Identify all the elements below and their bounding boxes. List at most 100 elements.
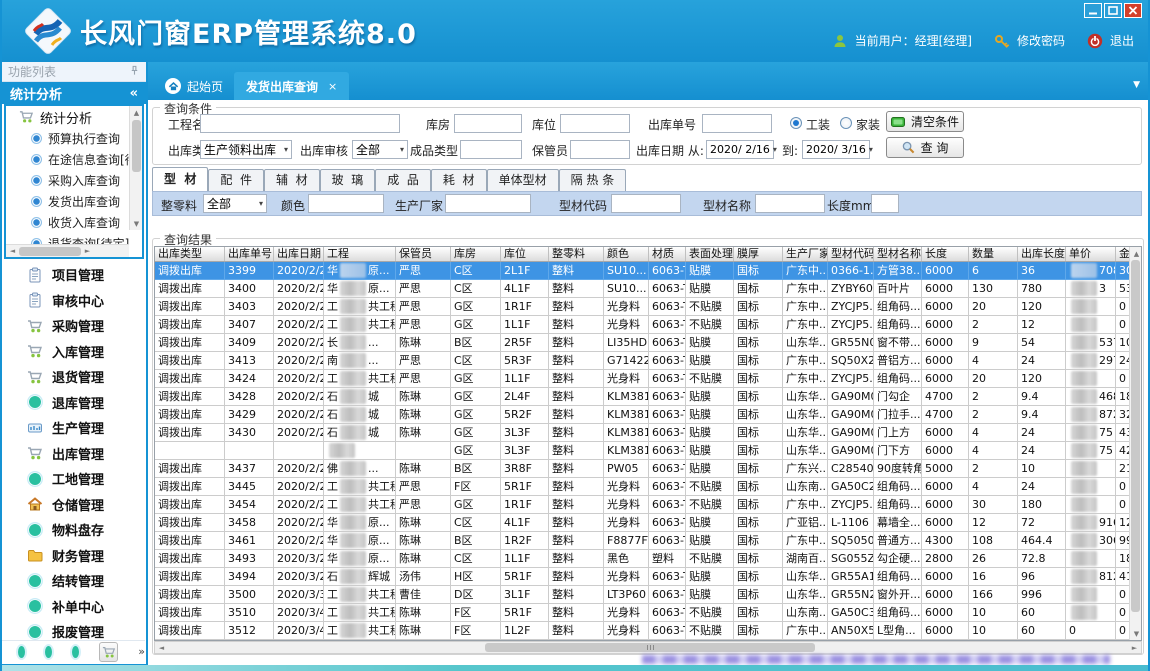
column-header[interactable]: 保管员: [396, 247, 451, 261]
table-row[interactable]: 调拨出库34292020/2/26石城陈琳G区5R2F整料KLM38176063…: [155, 406, 1141, 424]
radio-jiazhuang-label[interactable]: 家装: [856, 116, 880, 133]
radio-gongzhuang[interactable]: [790, 117, 802, 129]
tree-vertical-scrollbar[interactable]: ▲ ▼: [129, 106, 142, 230]
whole-piece-select[interactable]: 全部 ▾: [203, 194, 267, 213]
maximize-button[interactable]: [1104, 3, 1122, 18]
sidebar-item-采购管理[interactable]: 采购管理: [2, 313, 145, 339]
column-header[interactable]: 颜色: [604, 247, 649, 261]
column-header[interactable]: 材质: [649, 247, 686, 261]
tab-close-icon[interactable]: ×: [328, 80, 337, 93]
clear-conditions-button[interactable]: 清空条件: [886, 111, 964, 132]
table-row[interactable]: 调拨出库34542020/2/28工共工程严思G区1R1F整料光身料6063-T…: [155, 496, 1141, 514]
column-header[interactable]: 出库单号: [225, 247, 274, 261]
search-button[interactable]: 查 询: [886, 137, 964, 158]
sidebar-item-出库管理[interactable]: 出库管理: [2, 441, 145, 467]
sidebar-item-审核中心[interactable]: 审核中心: [2, 288, 145, 314]
column-header[interactable]: 型材名称: [874, 247, 922, 261]
scrollbar-thumb[interactable]: [132, 120, 141, 172]
scroll-left-icon[interactable]: ◄: [155, 641, 168, 654]
outbound-type-select[interactable]: 生产领料出库 ▾: [200, 140, 292, 159]
audit-select[interactable]: 全部 ▾: [352, 140, 408, 159]
close-button[interactable]: [1124, 3, 1142, 18]
profile-name-input[interactable]: [755, 194, 825, 213]
material-tab-3[interactable]: 辅 材: [264, 169, 320, 191]
column-header[interactable]: 生产厂家: [783, 247, 828, 261]
scroll-down-icon[interactable]: ▼: [1130, 627, 1142, 640]
table-row[interactable]: 调拨出库34282020/2/26石城陈琳G区2L4F整料KLM38176063…: [155, 388, 1141, 406]
sidebar-item-退货管理[interactable]: 退货管理: [2, 364, 145, 390]
column-header[interactable]: 库位: [501, 247, 549, 261]
scrollbar-thumb[interactable]: [19, 247, 81, 256]
column-header[interactable]: 长度: [922, 247, 969, 261]
scroll-up-icon[interactable]: ▲: [130, 106, 143, 119]
sidebar-item-工地管理[interactable]: 工地管理: [2, 466, 145, 492]
column-header[interactable]: 库房: [451, 247, 501, 261]
tab-shipment-query[interactable]: 发货出库查询 ×: [234, 72, 349, 100]
tab-overflow-icon[interactable]: ▼: [1133, 80, 1140, 90]
column-header[interactable]: 出库长度: [1018, 247, 1066, 261]
scrollbar-thumb[interactable]: [1131, 260, 1140, 612]
table-row[interactable]: 调拨出库34612020/2/28华原...陈琳B区1R2F整料F8877FT6…: [155, 532, 1141, 550]
table-row[interactable]: 调拨出库34072020/2/25工共工程严思G区1L1F整料光身料6063-T…: [155, 316, 1141, 334]
table-row[interactable]: 调拨出库34242020/2/26工共工程严思G区1L1F整料光身料6063-T…: [155, 370, 1141, 388]
profile-code-input[interactable]: [611, 194, 681, 213]
column-header[interactable]: 出库日期: [274, 247, 324, 261]
pin-icon[interactable]: [129, 65, 140, 79]
scroll-down-icon[interactable]: ▼: [130, 217, 143, 230]
column-header[interactable]: 单价: [1066, 247, 1116, 261]
sidebar-tree-item[interactable]: 发货出库查询: [6, 191, 142, 212]
sidebar-tree-item[interactable]: 采购入库查询: [6, 170, 142, 191]
material-tab-7[interactable]: 单体型材: [487, 169, 559, 191]
collapse-icon[interactable]: «: [130, 86, 138, 101]
logout-link[interactable]: 退出: [1110, 32, 1134, 49]
date-from-picker[interactable]: 2020/ 2/16 ▾: [706, 140, 774, 159]
column-header[interactable]: 型材代码: [828, 247, 874, 261]
table-row[interactable]: 调拨出库34002020/2/25华原...严思C区4L1F整料SU10...6…: [155, 280, 1141, 298]
column-header[interactable]: 表面处理: [686, 247, 734, 261]
column-header[interactable]: 出库类型: [155, 247, 225, 261]
sidebar-tree-item[interactable]: 在途信息查询[待: [6, 149, 142, 170]
change-password-link[interactable]: 修改密码: [1017, 32, 1065, 49]
material-tab-5[interactable]: 成 品: [375, 169, 431, 191]
product-type-input[interactable]: [460, 140, 522, 159]
tree-root-statistics[interactable]: 统计分析: [6, 106, 142, 128]
color-input[interactable]: [308, 194, 384, 213]
sidebar-item-结转管理[interactable]: 结转管理: [2, 568, 145, 594]
tab-home[interactable]: 起始页: [153, 72, 235, 100]
table-row[interactable]: 调拨出库34452020/2/27工共工程严思F区5R1F整料光身料6063-T…: [155, 478, 1141, 496]
manufacturer-input[interactable]: [445, 194, 531, 213]
sidebar-item-生产管理[interactable]: 生产管理: [2, 415, 145, 441]
table-row[interactable]: 调拨出库34092020/2/25长...陈琳B区2R5F整料LI35HD606…: [155, 334, 1141, 352]
column-header[interactable]: 工程: [324, 247, 396, 261]
material-tab-6[interactable]: 耗 材: [431, 169, 487, 191]
table-row[interactable]: 调拨出库34132020/2/26南...严思C区5R3F整料G71422606…: [155, 352, 1141, 370]
table-row[interactable]: 调拨出库34032020/2/25工共工程严思G区1R1F整料光身料6063-T…: [155, 298, 1141, 316]
sidebar-item-项目管理[interactable]: 项目管理: [2, 262, 145, 288]
location-input[interactable]: [560, 114, 630, 133]
table-row[interactable]: 调拨出库34942020/3/2石辉城汤伟H区5R1F整料光身料6063-T5贴…: [155, 568, 1141, 586]
table-row[interactable]: 调拨出库34932020/3/2华原...陈琳C区1L1F整料黑色塑料不贴膜国标…: [155, 550, 1141, 568]
grid-horizontal-scrollbar[interactable]: ◄ ►: [154, 641, 1142, 654]
scroll-right-icon[interactable]: ►: [81, 245, 94, 258]
order-no-input[interactable]: [702, 114, 772, 133]
sidebar-item-仓储管理[interactable]: 仓储管理: [2, 492, 145, 518]
length-input[interactable]: [871, 194, 899, 213]
radio-gongzhuang-label[interactable]: 工装: [806, 116, 830, 133]
scrollbar-thumb[interactable]: [485, 643, 815, 652]
table-row[interactable]: G区3L3F整料KLM38176063-T5贴膜国标山东华...GA90M09.…: [155, 442, 1141, 460]
cart-module-button[interactable]: [99, 642, 118, 662]
tree-horizontal-scrollbar[interactable]: ◄ ►: [6, 244, 129, 257]
warehouse-input[interactable]: [454, 114, 522, 133]
sidebar-item-入库管理[interactable]: 入库管理: [2, 339, 145, 365]
sidebar-item-补单中心[interactable]: 补单中心: [2, 594, 145, 620]
material-tab-2[interactable]: 配 件: [208, 169, 264, 191]
module-dot-icon[interactable]: [72, 646, 79, 658]
scroll-right-icon[interactable]: ►: [1128, 641, 1141, 654]
date-to-picker[interactable]: 2020/ 3/16 ▾: [802, 140, 870, 159]
scroll-up-icon[interactable]: ▲: [1130, 247, 1142, 260]
module-dot-icon[interactable]: [45, 646, 52, 658]
material-tab-8[interactable]: 隔 热 条: [559, 169, 627, 191]
minimize-button[interactable]: [1084, 3, 1102, 18]
grid-vertical-scrollbar[interactable]: ▲ ▼: [1129, 247, 1141, 640]
sidebar-tree-item[interactable]: 收货入库查询: [6, 212, 142, 233]
